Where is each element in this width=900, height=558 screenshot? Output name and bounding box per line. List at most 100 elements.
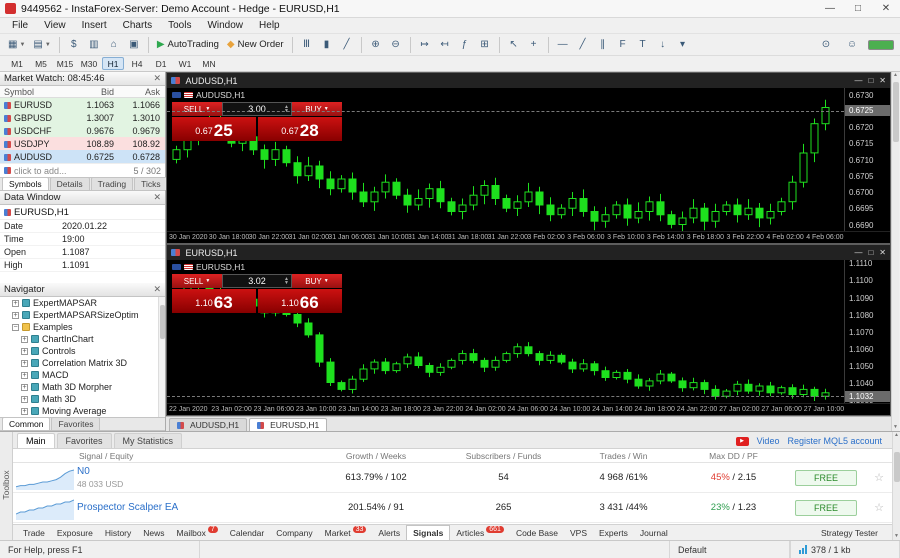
- toolbox-scrollbar[interactable]: ▲▼: [892, 432, 900, 540]
- navigator-item[interactable]: + MACD: [0, 369, 165, 381]
- tree-expander-icon[interactable]: +: [21, 360, 28, 367]
- volume-input[interactable]: 3.00▲▼: [222, 102, 292, 116]
- tree-expander-icon[interactable]: +: [21, 372, 28, 379]
- status-profile[interactable]: Default: [670, 541, 790, 558]
- bottom-tab-signals[interactable]: Signals: [406, 525, 450, 540]
- bottom-tab-exposure[interactable]: Exposure: [51, 528, 99, 538]
- tree-expander-icon[interactable]: +: [21, 336, 28, 343]
- navigator-item[interactable]: − Examples: [0, 321, 165, 333]
- buy-button[interactable]: BUY▼: [292, 102, 342, 116]
- market-watch-row-usdjpy[interactable]: USDJPY 108.89 108.92: [0, 137, 165, 150]
- menu-item-help[interactable]: Help: [251, 20, 288, 31]
- signal-row[interactable]: Prospector Scalper EA 201.54% / 91 265 3…: [13, 493, 892, 523]
- crosshair-button[interactable]: +: [525, 36, 543, 54]
- navigator-scrollbar[interactable]: [158, 297, 165, 417]
- line-chart-button[interactable]: ╱: [338, 36, 356, 54]
- sell-button[interactable]: SELL▼: [172, 274, 222, 288]
- add-symbol-label[interactable]: click to add...: [14, 166, 67, 176]
- zoom-out-button[interactable]: ⊖: [387, 36, 405, 54]
- zoom-in-button[interactable]: ⊕: [367, 36, 385, 54]
- volume-spinner[interactable]: ▲▼: [284, 277, 289, 285]
- maximize-button[interactable]: □: [844, 0, 872, 17]
- timeframe-m15[interactable]: M15: [54, 57, 76, 70]
- menu-item-window[interactable]: Window: [199, 20, 251, 31]
- market-watch-tab-details[interactable]: Details: [50, 177, 90, 190]
- chart-minimize-icon[interactable]: —: [854, 76, 862, 85]
- trendline-button[interactable]: ╱: [574, 36, 592, 54]
- timeframe-h1[interactable]: H1: [102, 57, 124, 70]
- tree-expander-icon[interactable]: +: [21, 396, 28, 403]
- bottom-tab-mailbox[interactable]: Mailbox7: [171, 528, 224, 538]
- bottom-tab-calendar[interactable]: Calendar: [224, 528, 271, 538]
- chart-restore-icon[interactable]: □: [868, 248, 873, 257]
- chart-area-scrollbar[interactable]: ▲▼: [891, 72, 899, 431]
- bottom-tab-news[interactable]: News: [137, 528, 170, 538]
- menu-item-insert[interactable]: Insert: [74, 20, 115, 31]
- profiles-button[interactable]: ▤▼: [30, 36, 53, 54]
- data-window-close-icon[interactable]: ✕: [153, 192, 161, 203]
- volume-input[interactable]: 3.02▲▼: [222, 274, 292, 288]
- navigator-tab-common[interactable]: Common: [2, 417, 50, 430]
- chart-shift-button[interactable]: ↤: [436, 36, 454, 54]
- time-axis[interactable]: 22 Jan 202023 Jan 02:0023 Jan 06:0023 Ja…: [167, 403, 890, 415]
- bottom-tab-articles[interactable]: Articles661: [450, 528, 510, 538]
- candlestick-chart-button[interactable]: ▮: [318, 36, 336, 54]
- bottom-tab-journal[interactable]: Journal: [634, 528, 674, 538]
- video-link[interactable]: Video: [757, 436, 780, 446]
- price-axis[interactable]: 0.67300.67250.67200.67150.67100.67050.67…: [844, 88, 890, 231]
- navigator-close-icon[interactable]: ✕: [153, 284, 161, 295]
- navigator-item[interactable]: + Math 3D Morpher: [0, 381, 165, 393]
- bottom-tab-trade[interactable]: Trade: [17, 528, 51, 538]
- navigator-item[interactable]: + Math 3D: [0, 393, 165, 405]
- chart-canvas[interactable]: 1.11101.11001.10901.10801.10701.10601.10…: [167, 260, 890, 403]
- navigator-item[interactable]: + ChartInChart: [0, 333, 165, 345]
- bottom-tab-alerts[interactable]: Alerts: [372, 528, 406, 538]
- chart-tab-eurusd-h1[interactable]: EURUSD,H1: [249, 418, 327, 431]
- equidistant-channel-button[interactable]: ∥: [594, 36, 612, 54]
- buy-price[interactable]: 1.1066: [258, 289, 342, 313]
- bottom-tab-company[interactable]: Company: [270, 528, 318, 538]
- cursor-button[interactable]: ↖: [505, 36, 523, 54]
- timeframe-m30[interactable]: M30: [78, 57, 100, 70]
- chart-restore-icon[interactable]: □: [868, 76, 873, 85]
- chart-minimize-icon[interactable]: —: [854, 248, 862, 257]
- sell-button[interactable]: SELL▼: [172, 102, 222, 116]
- autotrading-button[interactable]: ▶AutoTrading: [154, 36, 222, 54]
- toolbox-toggle-button[interactable]: ▣: [125, 36, 143, 54]
- tree-expander-icon[interactable]: −: [12, 324, 19, 331]
- chart-close-icon[interactable]: ✕: [879, 248, 886, 257]
- register-mql5-link[interactable]: Register MQL5 account: [787, 436, 882, 446]
- bottom-tab-vps[interactable]: VPS: [564, 528, 593, 538]
- menu-item-tools[interactable]: Tools: [160, 20, 199, 31]
- signal-name-link[interactable]: N0: [77, 466, 311, 478]
- navigator-item[interactable]: + ExpertMAPSARSizeOptim: [0, 309, 165, 321]
- chart-window-titlebar[interactable]: EURUSD,H1 — □ ✕: [167, 245, 890, 260]
- navigator-tab-favorites[interactable]: Favorites: [51, 417, 100, 430]
- navigator-item[interactable]: + ExpertMAPSAR: [0, 297, 165, 309]
- tree-expander-icon[interactable]: +: [21, 384, 28, 391]
- auto-scroll-button[interactable]: ↦: [416, 36, 434, 54]
- signal-name-link[interactable]: Prospector Scalper EA: [77, 502, 311, 514]
- chart-tab-audusd-h1[interactable]: AUDUSD,H1: [169, 418, 247, 431]
- bars-chart-button[interactable]: Ⅲ: [298, 36, 316, 54]
- timeframe-m1[interactable]: M1: [6, 57, 28, 70]
- favorite-star-icon[interactable]: ☆: [866, 501, 892, 514]
- free-button[interactable]: FREE: [795, 470, 857, 486]
- free-button[interactable]: FREE: [795, 500, 857, 516]
- fibonacci-button[interactable]: F: [614, 36, 632, 54]
- chart-window-titlebar[interactable]: AUDUSD,H1 — □ ✕: [167, 73, 890, 88]
- timeframe-d1[interactable]: D1: [150, 57, 172, 70]
- market-watch-add-row[interactable]: click to add... 5 / 302: [0, 163, 165, 177]
- bottom-tab-code-base[interactable]: Code Base: [510, 528, 564, 538]
- close-button[interactable]: ✕: [872, 0, 900, 17]
- price-axis[interactable]: 1.11101.11001.10901.10801.10701.10601.10…: [844, 260, 890, 403]
- toolbox-tab-favorites[interactable]: Favorites: [57, 433, 112, 448]
- tree-expander-icon[interactable]: +: [12, 312, 19, 319]
- arrow-object-button[interactable]: ↓: [654, 36, 672, 54]
- chart-close-icon[interactable]: ✕: [879, 76, 886, 85]
- navigator-item[interactable]: + Controls: [0, 345, 165, 357]
- data-window-toggle-button[interactable]: ▥: [85, 36, 103, 54]
- market-watch-tab-symbols[interactable]: Symbols: [2, 177, 49, 190]
- minimize-button[interactable]: —: [816, 0, 844, 17]
- timeframe-mn[interactable]: MN: [198, 57, 220, 70]
